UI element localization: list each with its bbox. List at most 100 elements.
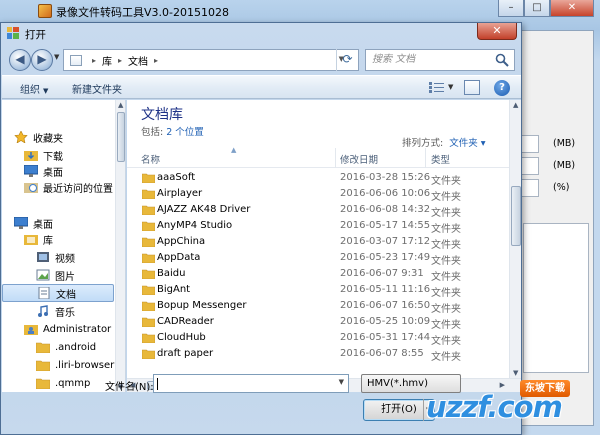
sidebar-item[interactable]: 音乐 xyxy=(2,302,114,320)
file-row[interactable]: AppData 2016-05-23 17:49 文件夹 xyxy=(127,250,509,267)
file-row[interactable]: draft paper 2016-06-07 8:55 文件夹 xyxy=(127,346,509,363)
scroll-up-arrow[interactable]: ▲ xyxy=(118,101,123,109)
app-icon xyxy=(38,4,52,18)
breadcrumb-documents[interactable]: 文档 xyxy=(128,53,148,68)
watermark-logo-text: uzzf.com xyxy=(426,390,563,424)
column-divider[interactable] xyxy=(335,148,336,168)
search-icon[interactable] xyxy=(495,53,509,67)
file-row[interactable]: Bopup Messenger 2016-06-07 16:50 文件夹 xyxy=(127,298,509,315)
sidebar-item[interactable]: 图片 xyxy=(2,266,114,284)
file-row[interactable]: aaaSoft 2016-03-28 15:26 文件夹 xyxy=(127,170,509,187)
help-icon[interactable]: ? xyxy=(494,80,510,96)
scroll-down-arrow[interactable]: ▼ xyxy=(513,369,518,377)
file-type: 文件夹 xyxy=(431,176,461,187)
navigation-pane: 收藏夹 下载 桌面 最近访问的位置 桌面库视频 图片 文档 音乐 Administrator .a… xyxy=(2,100,126,392)
sidebar-item-label: Administrator xyxy=(43,323,112,335)
size-field-1[interactable] xyxy=(521,135,539,153)
sidebar-item[interactable]: .liri-browser xyxy=(2,356,114,374)
column-type[interactable]: 类型 xyxy=(431,152,450,166)
folder-icon xyxy=(142,269,155,279)
file-row[interactable]: AppChina 2016-03-07 17:12 文件夹 xyxy=(127,234,509,251)
sidebar-item[interactable]: 文档 xyxy=(2,284,114,302)
percent-field[interactable] xyxy=(521,179,539,197)
forward-button[interactable]: ▶ xyxy=(31,49,53,71)
address-bar[interactable]: ▸ 库 ▸ 文档 ▸ ▼ xyxy=(63,49,359,71)
app-close-button[interactable]: ✕ xyxy=(550,0,594,17)
file-name: AppData xyxy=(157,252,201,263)
file-date: 2016-05-17 14:55 xyxy=(340,220,431,231)
file-row[interactable]: AJAZZ AK48 Driver 2016-06-08 14:32 文件夹 xyxy=(127,202,509,219)
sidebar-item-label: 视频 xyxy=(55,253,75,265)
maximize-button[interactable]: □ xyxy=(524,0,550,17)
size-field-2[interactable] xyxy=(521,157,539,175)
scroll-up-arrow[interactable]: ▲ xyxy=(513,101,518,109)
file-row[interactable]: Airplayer 2016-06-06 10:06 文件夹 xyxy=(127,186,509,203)
refresh-button[interactable]: ⟳ xyxy=(336,49,358,71)
dialog-close-button[interactable]: ✕ xyxy=(477,23,517,40)
file-date: 2016-03-07 17:12 xyxy=(340,236,431,247)
file-name: AJAZZ AK48 Driver xyxy=(157,204,251,215)
refresh-icon: ⟳ xyxy=(342,52,353,66)
breadcrumb-library[interactable]: 库 xyxy=(102,53,112,68)
folder-icon xyxy=(142,349,155,359)
nav-scrollbar[interactable]: ▲ ▼ xyxy=(115,100,125,392)
filename-label: 文件名(N): xyxy=(105,382,154,393)
file-date: 2016-06-07 8:55 xyxy=(340,348,424,359)
file-row[interactable]: Baidu 2016-06-07 9:31 文件夹 xyxy=(127,266,509,283)
breadcrumb-separator[interactable]: ▸ xyxy=(154,56,158,65)
preview-pane-icon[interactable] xyxy=(464,80,480,95)
file-row[interactable]: AnyMP4 Studio 2016-05-17 14:55 文件夹 xyxy=(127,218,509,235)
folder-icon xyxy=(142,253,155,263)
file-type: 文件夹 xyxy=(431,224,461,235)
file-row[interactable]: CADReader 2016-05-25 10:09 文件夹 xyxy=(127,314,509,331)
sidebar-item[interactable]: 视频 xyxy=(2,248,114,266)
sidebar-item-label: 下载 xyxy=(43,151,63,163)
file-row[interactable]: BigAnt 2016-05-11 11:16 文件夹 xyxy=(127,282,509,299)
back-button[interactable]: ◀ xyxy=(9,49,31,71)
file-list-scroll-thumb[interactable] xyxy=(511,186,521,246)
music-icon xyxy=(36,305,50,317)
breadcrumb-separator[interactable]: ▸ xyxy=(118,56,122,65)
nav-scroll-thumb[interactable] xyxy=(117,112,125,162)
search-input[interactable]: 搜索 文档 xyxy=(365,49,515,71)
dialog-app-icon xyxy=(7,27,19,39)
sidebar-item[interactable]: 库 xyxy=(2,230,114,248)
sidebar-item[interactable]: 最近访问的位置 xyxy=(2,178,114,196)
sidebar-item-label: .qmmp xyxy=(55,377,91,389)
file-list-scrollbar[interactable]: ▲ ▼ xyxy=(509,100,521,378)
file-list-pane: 文档库 包括: 2 个位置 排列方式: 文件夹 ▾ ▲ 名称 修改日期 类型 aa… xyxy=(127,100,521,392)
file-name: Bopup Messenger xyxy=(157,300,247,311)
filename-combobox[interactable]: ▼ xyxy=(153,374,349,393)
filename-dropdown-icon[interactable]: ▼ xyxy=(339,378,344,386)
sidebar-item[interactable]: 收藏夹 xyxy=(2,128,114,146)
folder-icon xyxy=(142,317,155,327)
file-row[interactable]: CloudHub 2016-05-31 17:44 文件夹 xyxy=(127,330,509,347)
sort-ascending-icon: ▲ xyxy=(231,146,237,154)
pictures-icon xyxy=(36,269,50,281)
folder-icon xyxy=(142,173,155,183)
app-log-list[interactable] xyxy=(523,223,589,373)
documents-icon xyxy=(37,286,51,300)
organize-menu[interactable]: 组织 ▼ xyxy=(20,81,48,96)
minimize-button[interactable]: – xyxy=(498,0,524,17)
breadcrumb-separator[interactable]: ▸ xyxy=(92,56,96,65)
file-name: CADReader xyxy=(157,316,214,327)
column-divider[interactable] xyxy=(425,148,426,168)
view-dropdown-icon[interactable]: ▼ xyxy=(448,83,453,91)
sidebar-item[interactable]: Administrator xyxy=(2,320,114,338)
chevron-down-icon: ▼ xyxy=(43,87,49,95)
sidebar-item[interactable]: .qmmp xyxy=(2,374,114,392)
site-watermark: 东坡下载 uzzf.com xyxy=(418,378,600,435)
column-date[interactable]: 修改日期 xyxy=(340,152,378,166)
file-date: 2016-05-25 10:09 xyxy=(340,316,431,327)
new-folder-button[interactable]: 新建文件夹 xyxy=(72,81,122,96)
sidebar-item[interactable]: .android xyxy=(2,338,114,356)
file-type: 文件夹 xyxy=(431,192,461,203)
file-date: 2016-06-06 10:06 xyxy=(340,188,431,199)
folder-icon xyxy=(35,377,51,390)
view-options-icon[interactable] xyxy=(429,81,445,94)
includes-locations-link[interactable]: 2 个位置 xyxy=(166,127,204,138)
library-includes: 包括: 2 个位置 xyxy=(141,124,204,138)
column-name[interactable]: 名称 xyxy=(141,152,160,166)
recent-locations-dropdown[interactable]: ▼ xyxy=(54,53,59,61)
